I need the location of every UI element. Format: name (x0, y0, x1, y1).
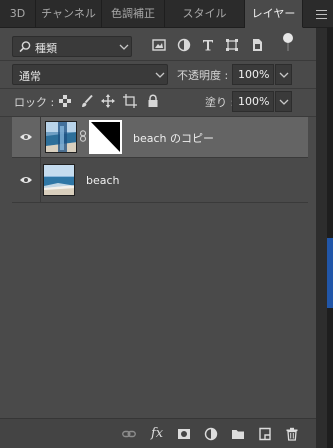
panel-menu-icon[interactable] (309, 0, 333, 28)
filter-type-icon[interactable] (201, 38, 215, 52)
lock-position-icon[interactable] (101, 94, 115, 108)
filter-toggle[interactable] (283, 33, 293, 55)
tab-adjustments[interactable]: 色調補正 (102, 0, 165, 28)
trash-icon[interactable] (285, 427, 299, 441)
divider (0, 88, 316, 89)
window-edge (327, 28, 333, 448)
layer-row-beach[interactable]: beach (12, 158, 308, 202)
tab-layers[interactable]: レイヤー (245, 0, 303, 28)
fill-dropdown-button[interactable] (275, 91, 292, 112)
fill-input[interactable]: 100% (232, 91, 274, 112)
panel-tab-bar: 3D チャンネル 色調補正 スタイル レイヤー (0, 0, 333, 28)
opacity-input[interactable]: 100% (232, 64, 274, 85)
filter-kind-select[interactable]: 種類 (12, 36, 132, 57)
filter-adjustment-icon[interactable] (177, 38, 191, 52)
filter-shape-icon[interactable] (225, 38, 239, 52)
opacity-label: 不透明度 : (177, 69, 229, 82)
visibility-eye-icon[interactable] (19, 132, 33, 142)
opacity-dropdown-button[interactable] (275, 64, 292, 85)
lock-all-icon[interactable] (146, 94, 160, 108)
layer-row-beach-copy[interactable]: beach のコピー (12, 117, 308, 157)
lock-transparent-pixels-icon[interactable] (58, 94, 72, 108)
tab-channels[interactable]: チャンネル (36, 0, 102, 28)
new-layer-icon[interactable] (258, 427, 272, 441)
layer-mask-thumbnail[interactable] (89, 120, 122, 154)
tab-styles[interactable]: スタイル (165, 0, 245, 28)
chevron-down-icon (279, 72, 289, 78)
search-icon (19, 41, 31, 53)
fx-icon[interactable]: fx (151, 426, 163, 441)
lock-artboard-icon[interactable] (123, 94, 137, 108)
filter-smart-object-icon[interactable] (250, 38, 264, 52)
filter-pixel-icon[interactable] (152, 38, 166, 52)
filter-kind-label: 種類 (35, 42, 57, 55)
layer-name[interactable]: beach のコピー (133, 130, 214, 146)
divider (0, 60, 316, 61)
mask-link-icon[interactable] (79, 130, 87, 142)
chevron-down-icon (279, 99, 289, 105)
link-layers-icon[interactable] (122, 427, 136, 441)
layer-name[interactable]: beach (86, 174, 120, 187)
chevron-down-icon (119, 44, 129, 50)
new-group-icon[interactable] (231, 427, 245, 441)
blend-mode-select[interactable]: 通常 (12, 64, 168, 85)
chevron-down-icon (155, 72, 165, 78)
layers-footer: fx (0, 418, 316, 448)
lock-label: ロック : (14, 96, 55, 109)
layer-thumbnail (43, 164, 75, 196)
visibility-eye-icon[interactable] (19, 175, 33, 185)
layer-thumbnail (45, 121, 77, 153)
add-mask-icon[interactable] (177, 427, 191, 441)
adjustment-layer-icon[interactable] (204, 427, 218, 441)
lock-image-pixels-icon[interactable] (80, 94, 94, 108)
blend-mode-value: 通常 (19, 70, 41, 83)
tab-3d[interactable]: 3D (0, 0, 36, 28)
layer-divider (12, 202, 308, 203)
fill-label: 塗り : (205, 96, 235, 109)
